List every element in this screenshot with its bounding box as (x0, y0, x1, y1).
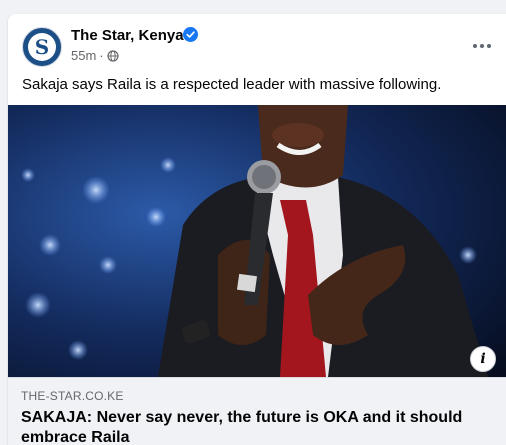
info-icon: i (480, 351, 486, 367)
more-options-icon (487, 44, 491, 48)
post-message: Sakaja says Raila is a respected leader … (22, 76, 442, 93)
post-card: S The Star, Kenya 55m · Sakaja says Rail… (8, 14, 506, 445)
meta-separator: · (99, 48, 104, 63)
page-name-link[interactable]: The Star, Kenya (71, 27, 184, 44)
post-header: S The Star, Kenya 55m · (8, 14, 506, 72)
link-title[interactable]: SAKAJA: Never say never, the future is O… (21, 408, 491, 445)
verified-badge-icon (183, 27, 198, 42)
post-meta: 55m · (71, 48, 119, 63)
post-photo[interactable]: i (8, 105, 506, 377)
avatar-logo-letter: S (34, 35, 50, 59)
link-preview[interactable]: THE-STAR.CO.KE SAKAJA: Never say never, … (8, 377, 506, 445)
link-domain: THE-STAR.CO.KE (21, 389, 124, 403)
post-timestamp[interactable]: 55m (71, 48, 96, 63)
photo-illustration (8, 105, 506, 377)
more-options-button[interactable] (468, 36, 496, 56)
page-avatar[interactable]: S (22, 27, 62, 67)
info-button[interactable]: i (470, 346, 496, 372)
more-options-icon (473, 44, 477, 48)
avatar-badge: S (28, 33, 56, 61)
more-options-icon (480, 44, 484, 48)
globe-icon (107, 49, 119, 62)
